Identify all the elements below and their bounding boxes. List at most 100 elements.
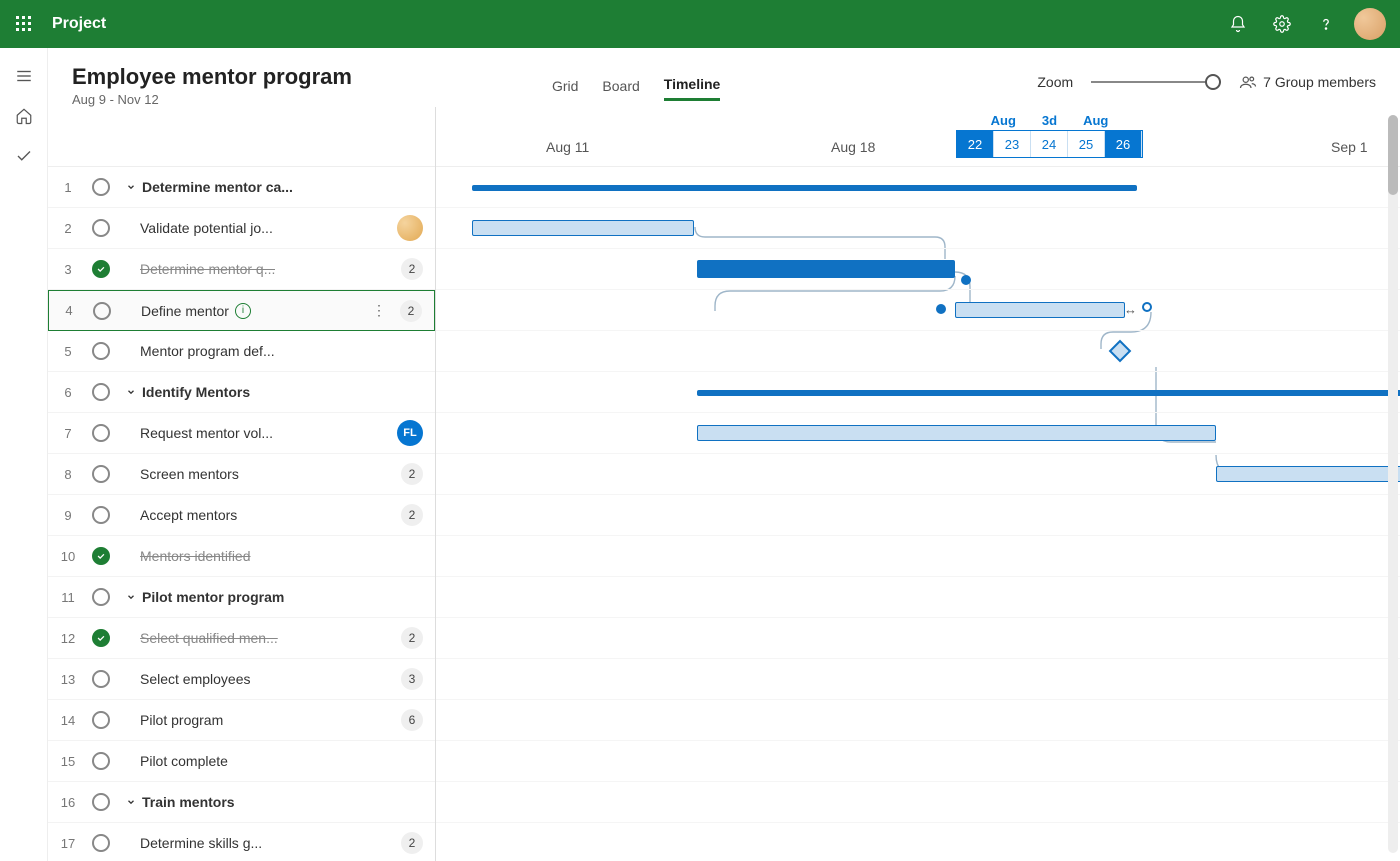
hamburger-icon[interactable]	[2, 56, 46, 96]
chevron-down-icon[interactable]	[124, 592, 138, 602]
info-icon[interactable]: i	[235, 303, 251, 319]
task-name: Identify Mentors	[142, 384, 250, 400]
timeline-area[interactable]: Aug 11 Aug 18 Sep 1 Aug 3d Aug 22 23 24	[436, 107, 1400, 861]
gantt-bar[interactable]	[955, 302, 1125, 318]
check-icon[interactable]	[2, 136, 46, 176]
task-row[interactable]: 11 Pilot mentor program	[48, 577, 435, 618]
waffle-icon[interactable]	[8, 8, 40, 40]
tab-timeline[interactable]: Timeline	[664, 70, 721, 101]
status-circle-icon[interactable]	[93, 302, 111, 320]
status-circle-icon[interactable]	[92, 219, 110, 237]
gantt-milestone[interactable]	[1109, 340, 1132, 363]
user-avatar[interactable]	[1348, 2, 1392, 46]
status-circle-icon[interactable]	[92, 342, 110, 360]
task-row[interactable]: 12Select qualified men...2	[48, 618, 435, 659]
task-row[interactable]: 9Accept mentors2	[48, 495, 435, 536]
task-row[interactable]: 1Determine mentor ca...	[48, 167, 435, 208]
row-number: 15	[54, 754, 82, 769]
group-members-button[interactable]: 7 Group members	[1239, 73, 1376, 91]
status-circle-icon[interactable]	[92, 424, 110, 442]
status-circle-icon[interactable]	[92, 793, 110, 811]
task-row[interactable]: 15 Pilot complete	[48, 741, 435, 782]
count-badge: 2	[401, 463, 423, 485]
task-row[interactable]: 14Pilot program6	[48, 700, 435, 741]
task-name: Determine skills g...	[140, 835, 262, 851]
status-circle-icon[interactable]	[92, 670, 110, 688]
group-members-label: 7 Group members	[1263, 74, 1376, 90]
task-row[interactable]: 17Determine skills g...2	[48, 823, 435, 861]
row-number: 16	[54, 795, 82, 810]
chevron-down-icon[interactable]	[124, 387, 138, 397]
timeline-major-label: Sep 1	[1331, 139, 1368, 155]
task-name: Request mentor vol...	[140, 425, 273, 441]
task-name: Determine mentor q...	[140, 261, 275, 277]
gantt-summary-bar[interactable]	[697, 390, 1400, 396]
tab-board[interactable]: Board	[602, 72, 639, 100]
assignee-avatar[interactable]: FL	[397, 420, 423, 446]
status-circle-icon[interactable]	[92, 752, 110, 770]
status-circle-icon[interactable]	[92, 178, 110, 196]
zoom-label: Zoom	[1037, 74, 1073, 90]
task-row[interactable]: 4Define mentori⋮2	[48, 290, 435, 331]
task-list: 1Determine mentor ca...2Validate potenti…	[48, 107, 436, 861]
status-circle-icon[interactable]	[92, 465, 110, 483]
count-badge: 2	[401, 832, 423, 854]
task-row[interactable]: 7 Request mentor vol... FL	[48, 413, 435, 454]
task-row[interactable]: 8Screen mentors2	[48, 454, 435, 495]
notifications-icon[interactable]	[1216, 2, 1260, 46]
more-icon[interactable]: ⋮	[366, 302, 392, 319]
home-icon[interactable]	[2, 96, 46, 136]
row-number: 13	[54, 672, 82, 687]
task-name: Pilot mentor program	[142, 589, 284, 605]
count-badge: 2	[401, 258, 423, 280]
vertical-scrollbar[interactable]	[1388, 115, 1398, 853]
gantt-bar[interactable]	[1216, 466, 1400, 482]
row-number: 10	[54, 549, 82, 564]
row-number: 7	[54, 426, 82, 441]
task-row[interactable]: 16Train mentors	[48, 782, 435, 823]
row-number: 4	[55, 303, 83, 318]
task-row[interactable]: 2Validate potential jo...	[48, 208, 435, 249]
task-row[interactable]: 13Select employees3	[48, 659, 435, 700]
status-circle-icon[interactable]	[92, 383, 110, 401]
task-row[interactable]: 5 Mentor program def...	[48, 331, 435, 372]
gantt-bar[interactable]	[472, 220, 694, 236]
status-circle-icon[interactable]	[92, 506, 110, 524]
row-number: 3	[54, 262, 82, 277]
chevron-down-icon[interactable]	[124, 182, 138, 192]
task-name: Accept mentors	[140, 507, 237, 523]
chevron-down-icon[interactable]	[124, 797, 138, 807]
row-number: 5	[54, 344, 82, 359]
timeline-header: Aug 11 Aug 18 Sep 1 Aug 3d Aug 22 23 24	[436, 107, 1400, 167]
task-name: Select qualified men...	[140, 630, 278, 646]
task-row[interactable]: 10Mentors identified	[48, 536, 435, 577]
assignee-avatar[interactable]	[397, 215, 423, 241]
row-number: 11	[54, 590, 82, 605]
zoom-slider[interactable]	[1091, 70, 1221, 94]
status-circle-icon[interactable]	[92, 834, 110, 852]
resize-handle-icon[interactable]: ↔	[1124, 302, 1137, 317]
status-circle-icon[interactable]	[92, 711, 110, 729]
count-badge: 2	[400, 300, 422, 322]
view-tabs: Grid Board Timeline	[552, 70, 720, 101]
status-done-icon[interactable]	[92, 260, 110, 278]
gear-icon[interactable]	[1260, 2, 1304, 46]
date-span-selector[interactable]: Aug 3d Aug 22 23 24 25 26	[956, 113, 1143, 158]
timeline-major-label: Aug 18	[831, 139, 875, 155]
status-circle-icon[interactable]	[92, 588, 110, 606]
gantt-bar[interactable]	[697, 260, 955, 278]
gantt-bar[interactable]	[697, 425, 1216, 441]
app-header: Project	[0, 0, 1400, 48]
drag-handle-icon[interactable]	[1142, 302, 1152, 312]
task-row[interactable]: 3 Determine mentor q... 2	[48, 249, 435, 290]
row-number: 1	[54, 180, 82, 195]
status-done-icon[interactable]	[92, 629, 110, 647]
task-name: Mentor program def...	[140, 343, 275, 359]
task-name: Pilot complete	[140, 753, 228, 769]
gantt-summary-bar[interactable]	[472, 185, 1137, 191]
help-icon[interactable]	[1304, 2, 1348, 46]
task-row[interactable]: 6Identify Mentors	[48, 372, 435, 413]
status-done-icon[interactable]	[92, 547, 110, 565]
tab-grid[interactable]: Grid	[552, 72, 578, 100]
task-name: Select employees	[140, 671, 251, 687]
